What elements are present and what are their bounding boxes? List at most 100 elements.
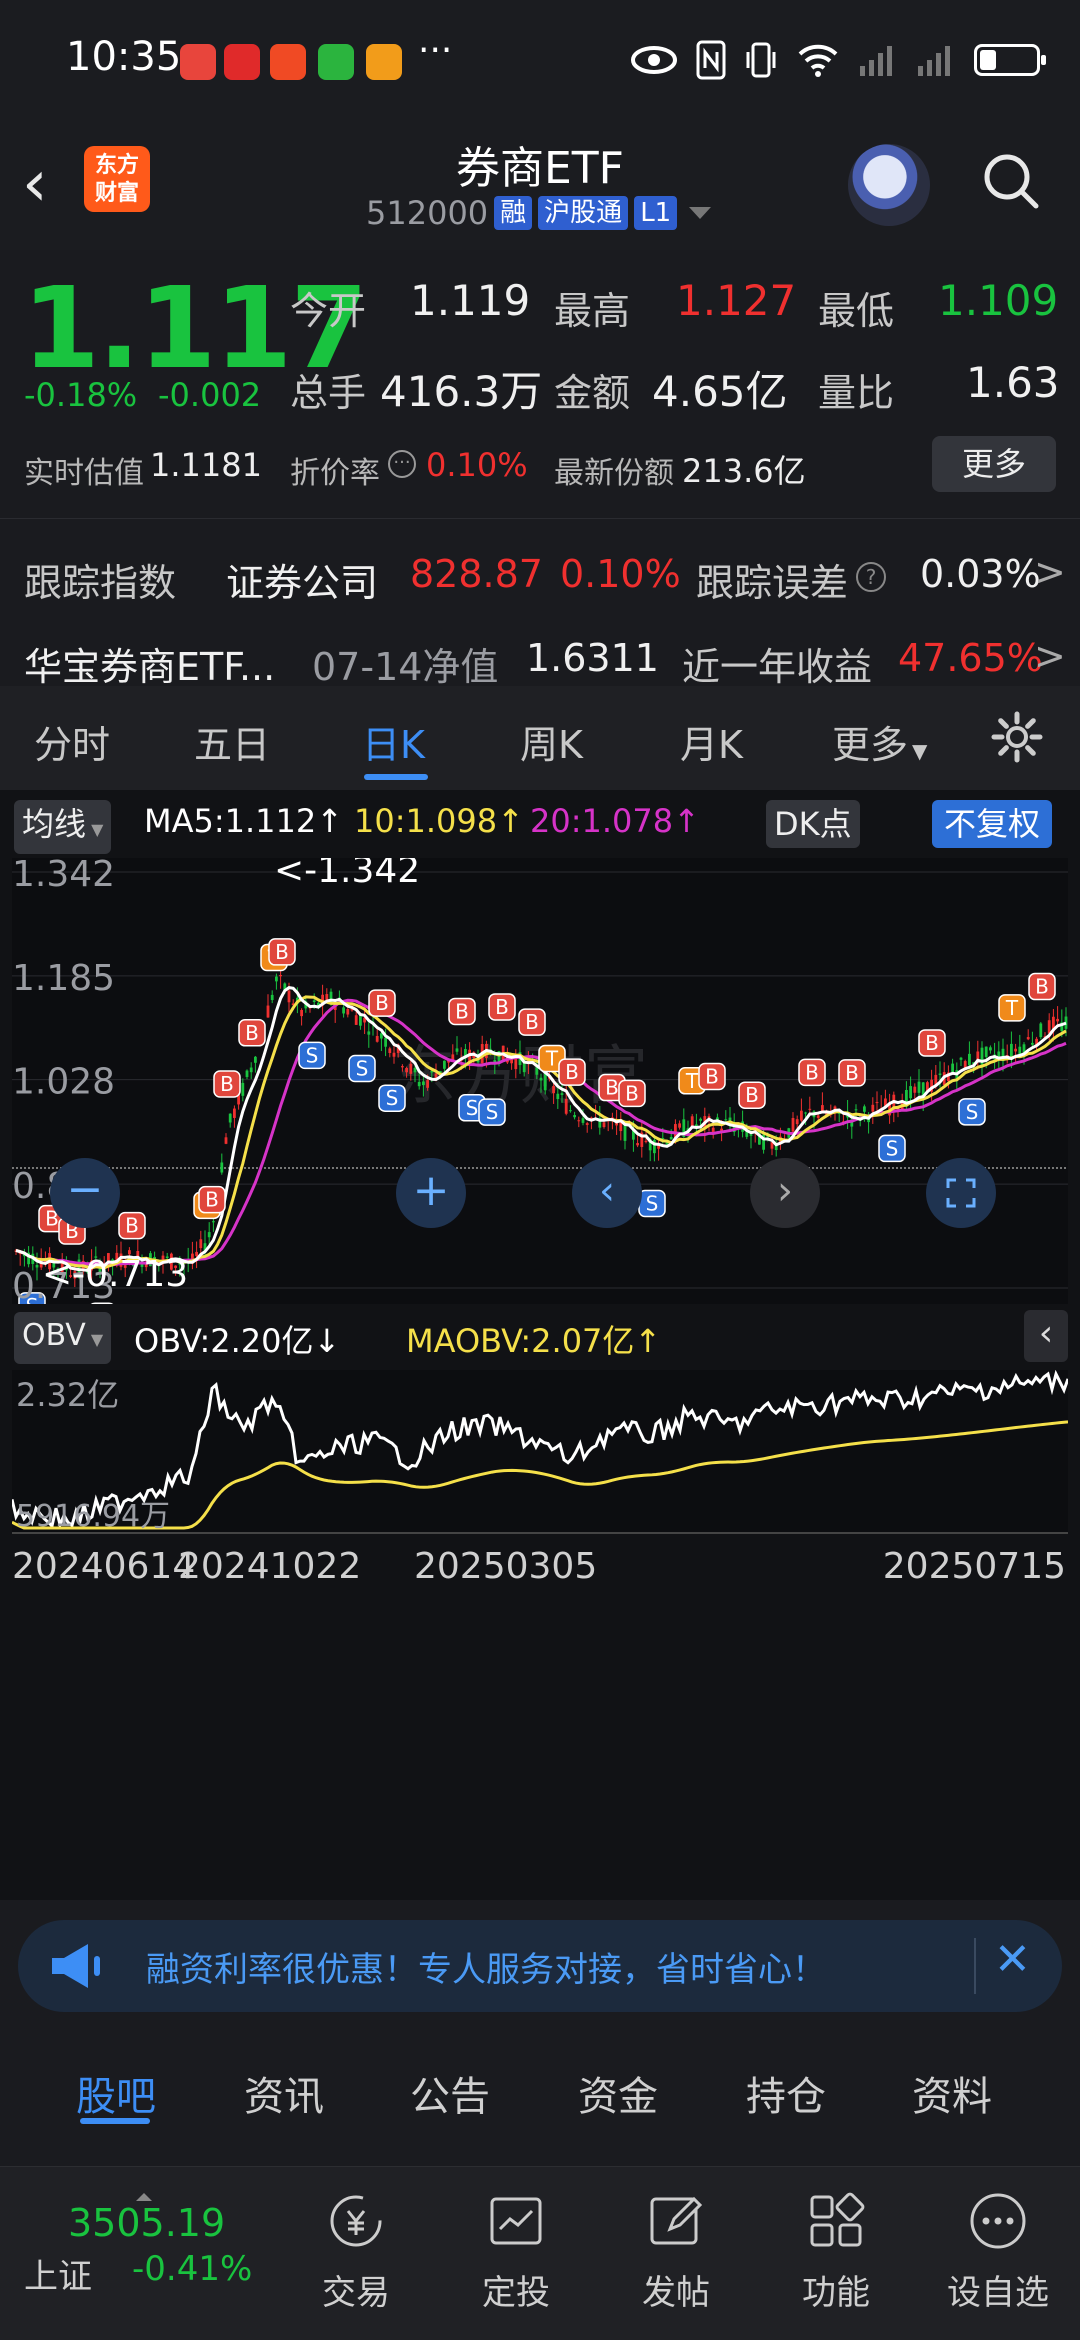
svg-text:S: S <box>306 1043 319 1067</box>
obv-value: OBV:2.20亿↓ <box>134 1322 341 1360</box>
candle-body <box>354 1015 358 1025</box>
nav-invest-plan[interactable]: 定投 <box>456 2167 576 2314</box>
promo-banner[interactable]: 融资利率很优惠！专人服务对接，省时省心！ ✕ <box>18 1920 1062 2012</box>
candle-body <box>573 1115 576 1118</box>
nav-add-watchlist[interactable]: 设自选 <box>938 2167 1058 2314</box>
candle-body <box>984 1046 988 1057</box>
stock-subline[interactable]: 512000 融 沪股通 L1 <box>366 194 712 232</box>
tab-monthly-k[interactable]: 月K <box>680 714 743 769</box>
period-tabs: 分时 五日 日K 周K 月K 更多 ▼ <box>0 686 1080 790</box>
obv-selector[interactable]: OBV ▼ <box>14 1312 112 1364</box>
candle-body <box>300 1009 303 1017</box>
megaphone-icon <box>52 1944 100 1988</box>
no-adjust-button[interactable]: 不复权 <box>932 800 1053 848</box>
x-date-label: 20250715 <box>882 1546 1066 1587</box>
index-ticker[interactable]: 3505.19 上证 -0.41% <box>24 2193 284 2298</box>
candle-body <box>270 994 274 1001</box>
svg-text:S: S <box>386 1086 399 1110</box>
svg-text:B: B <box>605 1076 619 1100</box>
svg-text:B: B <box>220 1072 234 1096</box>
dk-marker: S <box>378 1084 406 1112</box>
chevron-right-icon[interactable]: > <box>1034 550 1066 594</box>
signal-icon <box>860 46 892 76</box>
tab-forum[interactable]: 股吧 <box>76 2064 156 2122</box>
scroll-right-button[interactable]: › <box>750 1158 820 1228</box>
active-tab-underline <box>364 774 428 780</box>
fullscreen-button[interactable] <box>926 1158 996 1228</box>
candle-body <box>367 1031 371 1035</box>
divider <box>0 518 1080 519</box>
iopv-value: 1.1181 <box>150 446 262 484</box>
nav-add-watchlist-label: 设自选 <box>947 2273 1049 2313</box>
help-icon[interactable]: ? <box>856 562 886 592</box>
level-tag: L1 <box>634 196 678 230</box>
candle-body <box>539 1077 543 1081</box>
shares-value: 213.6亿 <box>682 452 806 490</box>
candle-body <box>392 1052 396 1057</box>
tab-weekly-k[interactable]: 周K <box>520 714 583 769</box>
candle-body <box>577 1120 581 1122</box>
zoom-out-button[interactable]: − <box>50 1158 120 1228</box>
candle-body <box>854 1109 858 1111</box>
scroll-left-button[interactable]: ‹ <box>572 1158 642 1228</box>
chart-frame-icon <box>490 2197 542 2245</box>
nav-post-label: 发帖 <box>642 2273 710 2313</box>
ratio-label: 量比 <box>818 371 895 415</box>
candle-body <box>409 1063 413 1074</box>
more-button[interactable]: 更多 <box>932 436 1056 492</box>
candle-body <box>245 1070 249 1077</box>
candle-body <box>455 1048 459 1052</box>
battery-icon <box>974 44 1046 76</box>
low-label: 最低 <box>818 289 895 333</box>
tab-daily-k[interactable]: 日K <box>362 714 425 769</box>
nav-trade[interactable]: 交易 <box>296 2167 416 2314</box>
candle-body <box>241 1082 245 1096</box>
chevron-down-icon <box>689 207 712 219</box>
search-icon[interactable] <box>980 150 1042 212</box>
zoom-in-button[interactable]: + <box>396 1158 466 1228</box>
track-index-name[interactable]: 证券公司 <box>226 552 378 607</box>
fund-name[interactable]: 华宝券商ETF... <box>24 636 275 691</box>
tab-intraday[interactable]: 分时 <box>34 714 110 769</box>
candle-body <box>417 1081 421 1087</box>
info-icon[interactable]: ··· <box>388 450 416 478</box>
tab-five-day[interactable]: 五日 <box>194 714 270 769</box>
notification-app-icon <box>224 44 260 80</box>
tab-funds-flow[interactable]: 资金 <box>578 2064 658 2122</box>
close-icon[interactable]: ✕ <box>994 1934 1031 1985</box>
signal-icon <box>918 46 950 76</box>
y-axis-label: 1.185 <box>12 958 115 999</box>
tab-more[interactable]: 更多 ▼ <box>832 714 927 769</box>
candle-body <box>800 1110 803 1121</box>
volume-value: 416.3万 <box>380 367 543 416</box>
y-axis-label: 1.342 <box>12 858 115 895</box>
kline-chart-area: 均线 ▼ MA5:1.112↑ 10:1.098↑ 20:1.078↑ DK点 … <box>0 790 1080 1900</box>
svg-text:T: T <box>545 1046 559 1070</box>
collapse-panel-button[interactable]: ‹ <box>1024 1310 1068 1362</box>
settings-gear-icon[interactable] <box>990 710 1044 764</box>
tab-holdings[interactable]: 持仓 <box>746 2064 826 2122</box>
nav-trade-label: 交易 <box>322 2273 390 2313</box>
dk-marker: B <box>838 1059 866 1087</box>
track-index-pct: 0.10% <box>560 552 681 596</box>
candle-body <box>669 1136 673 1140</box>
max-price-label: <-1.342 <box>274 858 420 891</box>
kline-plot[interactable]: 东方财富 SBBSBSTBBBTBSSSSSBBBBTBBBSTBBSBBSBS… <box>12 858 1068 1304</box>
chevron-right-icon[interactable]: > <box>1034 634 1066 678</box>
dk-point-toggle[interactable]: DK点 <box>766 800 860 848</box>
svg-text:S: S <box>886 1136 899 1160</box>
high-label: 最高 <box>554 289 631 333</box>
obv-plot[interactable]: 2.32亿 5916.94万 <box>12 1370 1068 1532</box>
dk-marker: B <box>198 1185 226 1214</box>
assistant-robot-icon[interactable] <box>848 144 930 226</box>
candle-body <box>560 1093 564 1095</box>
tab-announcements[interactable]: 公告 <box>410 2064 490 2122</box>
nav-functions[interactable]: 功能 <box>776 2167 896 2314</box>
candle-body <box>535 1067 539 1075</box>
nav-post[interactable]: 发帖 <box>616 2167 736 2314</box>
candle-body <box>275 976 278 982</box>
tab-news[interactable]: 资讯 <box>244 2064 324 2122</box>
candle-body <box>564 1098 568 1114</box>
ma-selector[interactable]: 均线 ▼ <box>14 800 112 854</box>
tab-profile[interactable]: 资料 <box>912 2064 992 2122</box>
